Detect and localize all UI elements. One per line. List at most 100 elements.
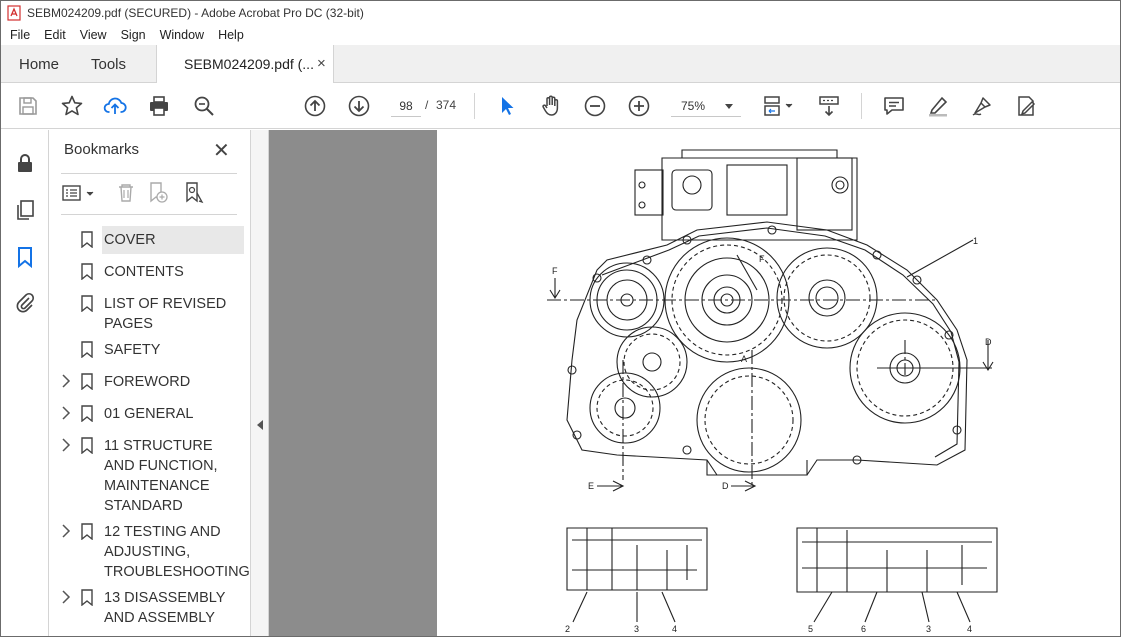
print-icon[interactable]: [146, 93, 172, 119]
chevron-right-icon[interactable]: [61, 374, 71, 388]
page-display-icon[interactable]: [761, 93, 797, 119]
label-3: 3: [634, 624, 639, 634]
label-a: A: [741, 354, 747, 364]
chevron-right-icon[interactable]: [61, 438, 71, 452]
panel-divider-2: [61, 214, 237, 215]
bookmark-label: 12 TESTING AND ADJUSTING, TROUBLESHOOTIN…: [104, 524, 250, 580]
tab-home[interactable]: Home: [19, 56, 59, 73]
menu-file[interactable]: File: [1, 28, 37, 42]
pages-thumbnails-icon[interactable]: [14, 199, 36, 221]
highlight-pen-icon[interactable]: [925, 93, 951, 119]
options-menu-icon[interactable]: [62, 185, 94, 201]
bookmark-icon: [81, 295, 93, 312]
tab-document-label: SEBM024209.pdf (...: [184, 56, 314, 72]
bookmark-label: FOREWORD: [104, 374, 191, 390]
bookmark-label: 01 GENERAL: [104, 406, 194, 422]
fill-sign-icon[interactable]: [1013, 93, 1039, 119]
zoom-level-value: 75%: [681, 99, 706, 113]
zoom-search-icon[interactable]: [191, 93, 217, 119]
zoom-in-icon[interactable]: [626, 93, 652, 119]
bookmark-tools: [62, 182, 204, 204]
chevron-right-icon[interactable]: [61, 590, 71, 604]
menu-help[interactable]: Help: [211, 28, 251, 42]
find-bookmark-icon[interactable]: [186, 182, 204, 204]
gear-train-drawing: 1 F D E D F A 2 3 4 5 6 3 4: [547, 149, 998, 634]
delete-bookmark-icon[interactable]: [119, 184, 133, 202]
attachment-icon[interactable]: [14, 291, 36, 313]
star-icon[interactable]: [59, 93, 85, 119]
label-4b: 4: [967, 624, 972, 634]
tab-document[interactable]: SEBM024209.pdf (... ×: [156, 45, 334, 83]
panel-splitter[interactable]: [251, 130, 269, 636]
bookmark-icon: [81, 231, 93, 248]
label-3b: 3: [926, 624, 931, 634]
new-bookmark-icon[interactable]: [150, 182, 168, 203]
label-f-gear: F: [759, 254, 765, 264]
page-number-input[interactable]: 98: [391, 95, 421, 117]
bookmark-icon: [81, 373, 93, 390]
bookmark-icon: [81, 523, 93, 540]
main-toolbar: 98 / 374 75%: [1, 83, 1120, 129]
menu-sign[interactable]: Sign: [114, 28, 153, 42]
bookmarks-title: Bookmarks: [64, 141, 140, 158]
panel-divider: [61, 173, 237, 174]
window-title: SEBM024209.pdf (SECURED) - Adobe Acrobat…: [27, 6, 364, 20]
collapse-arrow-icon[interactable]: [257, 420, 263, 430]
bookmark-label: CONTENTS: [104, 264, 184, 280]
bookmark-icon: [81, 405, 93, 422]
zoom-out-icon[interactable]: [582, 93, 608, 119]
document-viewport[interactable]: 1 F D E D F A 2 3 4 5 6 3 4: [269, 130, 1120, 636]
sign-pen-icon[interactable]: [969, 93, 995, 119]
comment-icon[interactable]: [881, 93, 907, 119]
zoom-level-select[interactable]: 75%: [671, 95, 741, 117]
bookmark-icon: [81, 589, 93, 606]
bookmarks-panel: Bookmarks ✕ COVER CONTENTS LIST OF REVIS…: [49, 130, 251, 636]
acrobat-app-icon: [7, 5, 21, 21]
chevron-right-icon[interactable]: [61, 406, 71, 420]
tab-tools[interactable]: Tools: [91, 56, 126, 73]
page-down-icon[interactable]: [346, 93, 372, 119]
label-d: D: [985, 337, 992, 347]
bookmark-icon: [81, 341, 93, 358]
page-up-icon[interactable]: [302, 93, 328, 119]
select-cursor-icon[interactable]: [494, 93, 520, 119]
tab-close-button[interactable]: ×: [317, 55, 326, 72]
bookmark-label: 11 STRUCTURE AND FUNCTION, MAINTENANCE S…: [104, 438, 218, 514]
bookmark-icon: [81, 263, 93, 280]
bookmark-label: 13 DISASSEMBLY AND ASSEMBLY: [104, 590, 226, 626]
page-total: 374: [436, 98, 457, 112]
chevron-right-icon[interactable]: [61, 524, 71, 538]
label-4: 4: [672, 624, 677, 634]
close-panel-button[interactable]: ✕: [213, 138, 230, 163]
menu-bar: File Edit View Sign Window Help: [1, 25, 1120, 45]
page-separator: /: [425, 98, 429, 112]
toolbar-divider: [474, 93, 475, 119]
title-bar: SEBM024209.pdf (SECURED) - Adobe Acrobat…: [1, 1, 1120, 25]
label-2: 2: [565, 624, 570, 634]
label-e: E: [588, 481, 594, 491]
label-1: 1: [973, 236, 978, 246]
label-d-bottom: D: [722, 481, 729, 491]
menu-edit[interactable]: Edit: [37, 28, 73, 42]
tab-bar: Home Tools SEBM024209.pdf (... ×: [1, 45, 1120, 83]
cloud-upload-icon[interactable]: [102, 93, 128, 119]
bookmark-icon: [81, 437, 93, 454]
save-icon[interactable]: [15, 93, 41, 119]
label-5: 5: [808, 624, 813, 634]
scroll-mode-icon[interactable]: [816, 93, 842, 119]
hand-tool-icon[interactable]: [538, 93, 564, 119]
toolbar-divider-2: [861, 93, 862, 119]
pdf-page: 1 F D E D F A 2 3 4 5 6 3 4: [437, 130, 1120, 636]
chevron-down-icon: [725, 104, 733, 109]
bookmark-panel-icon[interactable]: [14, 246, 36, 268]
menu-view[interactable]: View: [73, 28, 114, 42]
label-6: 6: [861, 624, 866, 634]
acrobat-window: SEBM024209.pdf (SECURED) - Adobe Acrobat…: [0, 0, 1121, 637]
bookmark-label: LIST OF REVISED PAGES: [104, 296, 227, 332]
menu-window[interactable]: Window: [153, 28, 211, 42]
bookmark-label: SAFETY: [104, 342, 161, 358]
label-f: F: [552, 266, 558, 276]
left-navigation-rail: [1, 130, 49, 636]
bookmark-label: COVER: [104, 232, 156, 248]
lock-icon[interactable]: [14, 152, 36, 174]
